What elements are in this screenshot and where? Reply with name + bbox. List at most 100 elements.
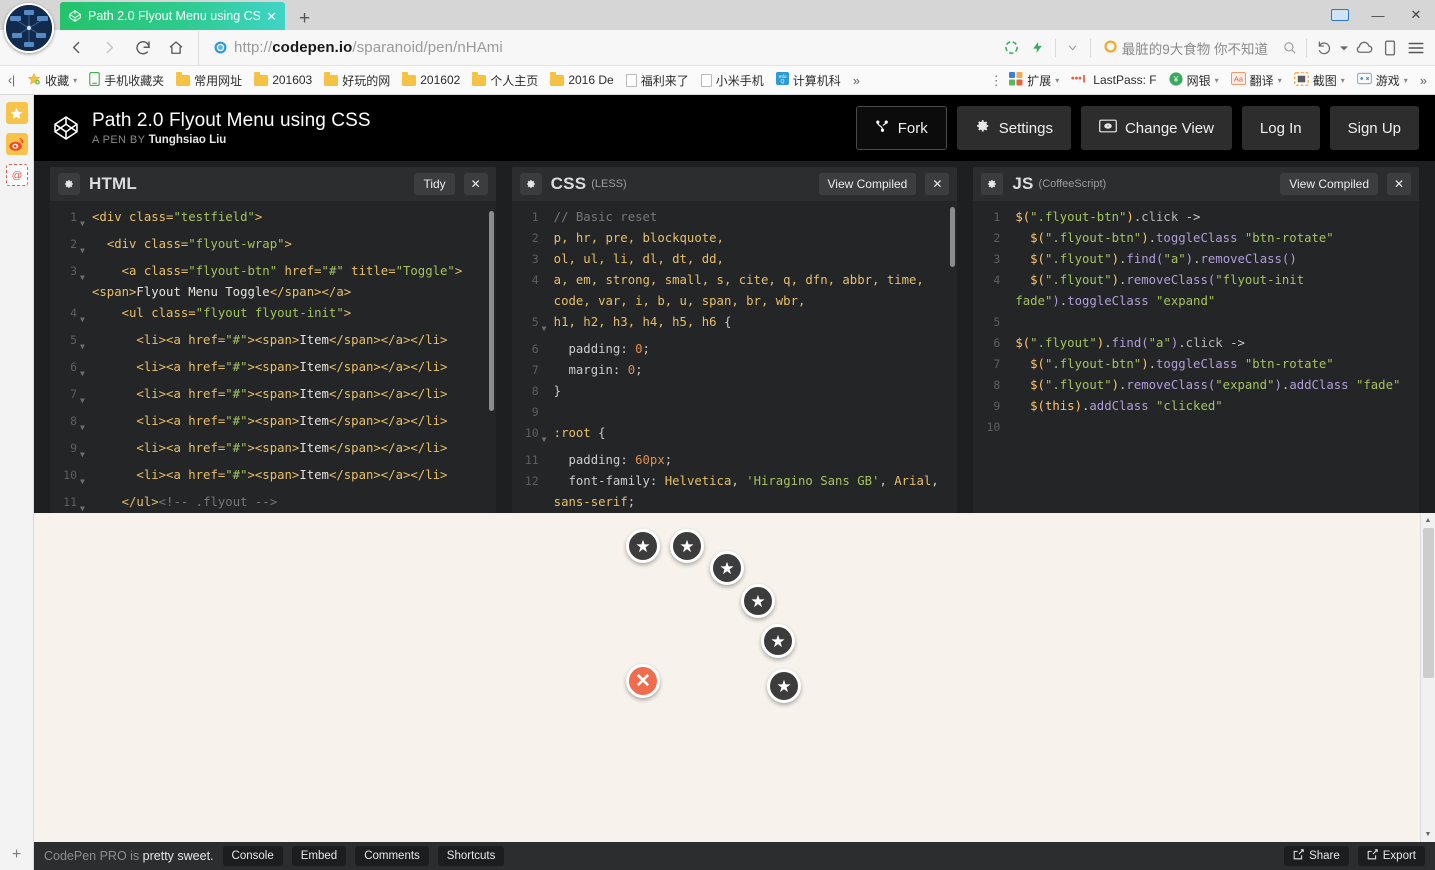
email-at-icon[interactable]: @ bbox=[5, 164, 28, 186]
toolbar-item-bank[interactable]: ¥ 网银 ▾ bbox=[1163, 70, 1225, 91]
view-compiled-button[interactable]: View Compiled bbox=[1280, 173, 1379, 195]
scroll-up-icon[interactable]: ▲ bbox=[1421, 513, 1435, 528]
bookmark-item[interactable]: 个人主页 bbox=[466, 70, 544, 91]
chevron-down-icon[interactable]: ▾ bbox=[1404, 76, 1408, 85]
code-fold-icon[interactable]: ▼ bbox=[80, 492, 92, 513]
comments-button[interactable]: Comments bbox=[355, 846, 429, 866]
pane-scrollbar[interactable] bbox=[488, 211, 494, 411]
reload-button[interactable] bbox=[126, 31, 159, 65]
sign-up-button[interactable]: Sign Up bbox=[1329, 106, 1419, 150]
phone-icon[interactable] bbox=[1377, 31, 1403, 65]
code-fold-icon[interactable]: ▼ bbox=[80, 234, 92, 261]
flyout-item-2[interactable]: ★ bbox=[670, 529, 704, 563]
browser-tab-active[interactable]: Path 2.0 Flyout Menu using CS ✕ bbox=[60, 2, 285, 30]
toolbar-item-screenshot[interactable]: 截图 ▾ bbox=[1288, 70, 1351, 91]
chevron-down-icon[interactable]: ▾ bbox=[1341, 76, 1345, 85]
pane-scrollbar[interactable] bbox=[950, 207, 956, 267]
bookmarks-collapse-button[interactable]: ‹| bbox=[2, 71, 21, 89]
gear-icon[interactable] bbox=[58, 173, 80, 195]
html-code-area[interactable]: 1 ▼ <div class="testfield"> 2 ▼ <div class="… bbox=[50, 201, 496, 513]
scroll-down-icon[interactable]: ▼ bbox=[1421, 827, 1435, 842]
bookmark-item[interactable]: 福利来了 bbox=[620, 70, 695, 91]
chevron-down-icon[interactable]: ▾ bbox=[1055, 76, 1059, 85]
chevron-down-icon[interactable]: ▾ bbox=[73, 76, 77, 85]
bookmark-item[interactable]: Info Q 计算机科 bbox=[770, 70, 847, 91]
close-icon[interactable]: ✕ bbox=[925, 173, 950, 195]
code-fold-icon[interactable]: ▼ bbox=[542, 312, 554, 339]
toolbar-item-translate[interactable]: Aa 翻译 ▾ bbox=[1225, 70, 1288, 91]
bookmark-item[interactable]: 201603 bbox=[248, 71, 318, 89]
tidy-button[interactable]: Tidy bbox=[414, 173, 455, 195]
log-in-button[interactable]: Log In bbox=[1241, 106, 1320, 150]
code-fold-icon[interactable]: ▼ bbox=[80, 465, 92, 492]
bookmark-item[interactable]: 常用网址 bbox=[170, 70, 248, 91]
undo-icon[interactable] bbox=[1311, 31, 1337, 65]
close-icon[interactable]: ✕ bbox=[1387, 173, 1412, 195]
gear-icon[interactable] bbox=[519, 173, 542, 195]
shortcuts-button[interactable]: Shortcuts bbox=[437, 846, 505, 866]
new-tab-button[interactable]: + bbox=[285, 9, 324, 30]
search-icon[interactable] bbox=[1276, 31, 1302, 65]
view-compiled-button[interactable]: View Compiled bbox=[818, 173, 917, 195]
flyout-item-3[interactable]: ★ bbox=[710, 551, 744, 585]
code-fold-icon[interactable]: ▼ bbox=[80, 330, 92, 357]
bookmark-item[interactable]: 201602 bbox=[396, 71, 466, 89]
toolbar-item-game[interactable]: 游戏 ▾ bbox=[1351, 70, 1414, 91]
bookmark-item[interactable]: 2016 De bbox=[544, 71, 619, 89]
back-button[interactable] bbox=[60, 31, 93, 65]
embed-button[interactable]: Embed bbox=[291, 846, 347, 866]
toolbar-overflow-button[interactable]: » bbox=[1414, 73, 1433, 88]
code-fold-icon[interactable]: ▼ bbox=[80, 357, 92, 384]
flyout-item-6[interactable]: ★ bbox=[767, 669, 801, 703]
bookmark-item[interactable]: 好玩的网 bbox=[318, 70, 396, 91]
console-button[interactable]: Console bbox=[222, 846, 283, 866]
scrollbar-thumb[interactable] bbox=[1423, 528, 1434, 678]
code-fold-icon[interactable]: ▼ bbox=[80, 207, 92, 234]
rail-add-button[interactable]: + bbox=[12, 846, 21, 864]
js-code-area[interactable]: 1 $(".flyout-btn").click -> 2 $(".flyout-b… bbox=[973, 201, 1420, 513]
address-bar[interactable]: http://codepen.io/sparanoid/pen/nHAmi bbox=[198, 30, 999, 65]
flyout-item-5[interactable]: ★ bbox=[761, 624, 795, 658]
change-view-button[interactable]: Change View bbox=[1080, 106, 1232, 150]
home-button[interactable] bbox=[159, 31, 192, 65]
shield-icon[interactable] bbox=[999, 31, 1025, 65]
favorites-star-icon[interactable] bbox=[5, 102, 28, 124]
chevron-down-icon[interactable]: ▾ bbox=[1278, 76, 1282, 85]
flyout-toggle-button[interactable]: ✕ bbox=[626, 664, 660, 698]
bookmark-item[interactable]: 小米手机 bbox=[695, 70, 770, 91]
code-fold-icon[interactable]: ▼ bbox=[542, 423, 554, 450]
fork-button[interactable]: Fork bbox=[855, 106, 947, 150]
bookmark-item[interactable]: 收藏 ▾ bbox=[21, 70, 83, 91]
pen-preview[interactable]: ★★★★★★✕ Path 2.0 Flyout Menu using CSS b… bbox=[34, 513, 1435, 842]
gear-icon[interactable] bbox=[981, 173, 1004, 195]
toolbar-item-extensions[interactable]: 扩展 ▾ bbox=[1003, 70, 1065, 91]
flyout-item-1[interactable]: ★ bbox=[626, 529, 660, 563]
bookmark-item[interactable]: 手机收藏夹 bbox=[83, 70, 170, 91]
browser-profile-logo[interactable] bbox=[4, 3, 54, 53]
dropdown-caret-icon[interactable] bbox=[1337, 31, 1351, 65]
chevron-down-icon[interactable] bbox=[1060, 31, 1086, 65]
forward-button[interactable] bbox=[93, 31, 126, 65]
cloud-icon[interactable] bbox=[1351, 31, 1377, 65]
close-icon[interactable]: ✕ bbox=[463, 173, 488, 195]
settings-button[interactable]: Settings bbox=[956, 106, 1071, 150]
css-code-area[interactable]: 1 // Basic reset 2 p, hr, pre, blockquote, 3… bbox=[511, 201, 958, 513]
browser-menu-icon[interactable] bbox=[1403, 31, 1429, 65]
chevron-down-icon[interactable]: ▾ bbox=[1215, 76, 1219, 85]
window-minimize-button[interactable]: — bbox=[1359, 0, 1397, 30]
window-restore-button[interactable] bbox=[1321, 0, 1359, 30]
code-fold-icon[interactable]: ▼ bbox=[80, 411, 92, 438]
preview-scrollbar[interactable]: ▲ ▼ bbox=[1420, 513, 1435, 842]
toolbar-item-lastpass[interactable]: LastPass: F bbox=[1065, 71, 1162, 89]
code-fold-icon[interactable]: ▼ bbox=[80, 303, 92, 330]
code-fold-icon[interactable]: ▼ bbox=[80, 261, 92, 303]
share-button[interactable]: Share bbox=[1284, 846, 1349, 866]
lightning-icon[interactable] bbox=[1025, 31, 1051, 65]
weibo-icon[interactable] bbox=[5, 133, 28, 155]
flyout-item-4[interactable]: ★ bbox=[741, 584, 775, 618]
bookmarks-overflow-button[interactable]: » bbox=[847, 73, 866, 88]
export-button[interactable]: Export bbox=[1357, 846, 1425, 866]
code-fold-icon[interactable]: ▼ bbox=[80, 384, 92, 411]
tab-close-icon[interactable]: ✕ bbox=[266, 10, 277, 23]
search-suggestion-chip[interactable]: 最脏的9大食物 你不知道 bbox=[1095, 38, 1276, 58]
